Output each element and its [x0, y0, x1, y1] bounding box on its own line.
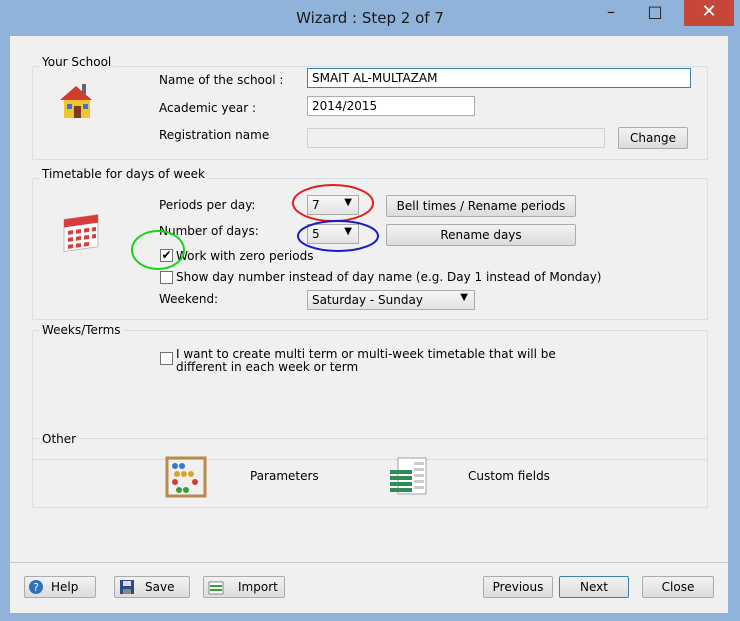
previous-button[interactable]: Previous [483, 576, 553, 598]
save-label: Save [145, 580, 175, 594]
weeks-terms-title: Weeks/Terms [40, 323, 123, 337]
multi-term-label-line1: I want to create multi term or multi-wee… [176, 347, 556, 361]
maximize-button[interactable]: □ [634, 0, 676, 26]
footer-divider [10, 562, 728, 563]
multi-term-checkbox[interactable] [160, 352, 173, 365]
help-label: Help [51, 580, 79, 594]
parameters-label: Parameters [250, 469, 319, 483]
green-annotation-circle [131, 230, 185, 270]
red-annotation-circle [292, 184, 374, 222]
multi-term-label-line2: different in each week or term [176, 360, 359, 374]
minimize-button[interactable]: – [590, 0, 632, 26]
blue-annotation-circle [297, 220, 379, 252]
save-disk-icon [120, 580, 134, 594]
help-button[interactable]: ? Help [24, 576, 96, 598]
svg-text:?: ? [33, 581, 39, 594]
other-title: Other [40, 432, 79, 446]
custom-fields-table-icon [390, 457, 427, 495]
wizard-dialog: Your School Name of the school : SMAIT A… [10, 36, 728, 613]
close-button[interactable]: Close [642, 576, 714, 598]
window-close-button[interactable]: ✕ [684, 0, 734, 26]
custom-fields-label: Custom fields [468, 469, 550, 483]
import-label: Import [238, 580, 278, 594]
other-group [32, 438, 708, 508]
import-icon [208, 581, 224, 595]
save-button[interactable]: Save [114, 576, 190, 598]
next-button[interactable]: Next [559, 576, 629, 598]
help-icon: ? [29, 580, 43, 594]
title-bar: Wizard : Step 2 of 7 – □ ✕ [0, 0, 740, 36]
import-button[interactable]: Import [203, 576, 285, 598]
abacus-icon [165, 456, 207, 498]
